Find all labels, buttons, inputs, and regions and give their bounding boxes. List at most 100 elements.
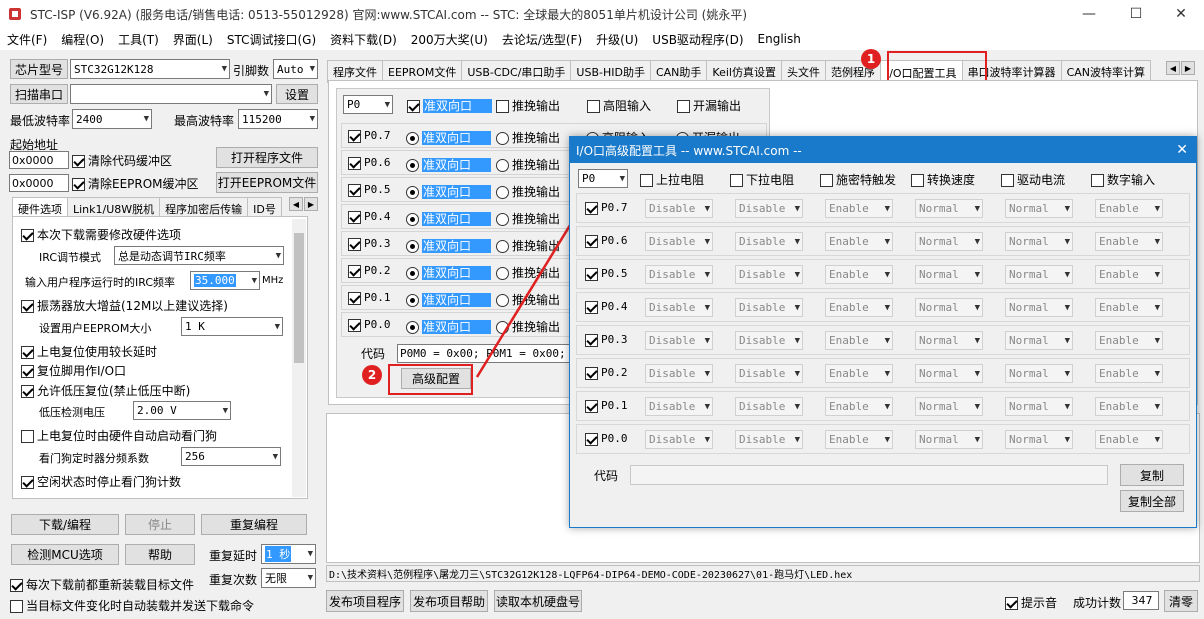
menu-file[interactable]: 文件(F) [0,31,54,48]
pin-option-select[interactable]: Enable ▼ [825,364,893,383]
open-eeprom-button[interactable]: 打开EEPROM文件 [216,172,318,193]
dialog-pin-checkbox[interactable]: P0.4 [585,300,628,314]
detect-mcu-button[interactable]: 检测MCU选项 [11,544,119,565]
pin-checkbox[interactable]: P0.3 [348,237,391,251]
radio-icon[interactable] [496,321,509,334]
open-program-button[interactable]: 打开程序文件 [216,147,318,168]
checkbox-icon[interactable] [21,300,34,313]
publish-help-button[interactable]: 发布项目帮助 [410,590,488,612]
port-select[interactable]: ▼ [70,84,272,104]
menu-upgrade[interactable]: 升级(U) [589,31,645,48]
pin-option-select[interactable]: Normal ▼ [915,430,983,449]
header-schmitt[interactable]: 施密特触发 [820,171,896,188]
header-slew[interactable]: 转换速度 [911,171,975,188]
eeprom-size-select[interactable]: 1 K ▼ [181,317,283,336]
publish-program-button[interactable]: 发布项目程序 [326,590,404,612]
close-icon[interactable]: ✕ [1176,142,1188,158]
pin-option-select[interactable]: Normal ▼ [915,364,983,383]
pin-option-select[interactable]: Enable ▼ [825,265,893,284]
menu-program[interactable]: 编程(O) [54,31,111,48]
pin-option-select[interactable]: Enable ▼ [825,232,893,251]
checkbox-icon[interactable] [348,264,361,278]
pin-option-select[interactable]: Enable ▼ [825,199,893,218]
mode-pushpull-radio[interactable]: 推挽输出 [496,291,560,308]
pin-option-select[interactable]: Disable ▼ [735,364,803,383]
dialog-pin-checkbox[interactable]: P0.1 [585,399,628,413]
checkbox-icon[interactable] [1091,174,1104,187]
pin-option-select[interactable]: Normal ▼ [915,331,983,350]
dialog-pin-checkbox[interactable]: P0.3 [585,333,628,347]
pin-option-select[interactable]: Disable ▼ [645,265,713,284]
pin-option-select[interactable]: Disable ▼ [735,430,803,449]
mode-quasi-radio[interactable]: 准双向口 [406,210,492,227]
code-address-input[interactable]: 0x0000 [9,151,69,169]
checkbox-icon[interactable] [72,155,85,168]
radio-icon[interactable] [496,132,509,145]
pin-option-select[interactable]: Disable ▼ [735,232,803,251]
pin-option-select[interactable]: Normal ▼ [1005,364,1073,383]
radio-icon[interactable] [496,213,509,226]
eeprom-address-input[interactable]: 0x0000 [9,174,69,192]
mode-pushpull-radio[interactable]: 推挽输出 [496,237,560,254]
checkbox-icon[interactable] [348,318,361,332]
pin-option-select[interactable]: Disable ▼ [735,298,803,317]
pin-checkbox[interactable]: P0.1 [348,291,391,305]
radio-icon[interactable] [496,294,509,307]
pin-checkbox[interactable]: P0.4 [348,210,391,224]
main-tab-scroll-left[interactable]: ◀ [1166,61,1180,75]
mode-quasi-radio[interactable]: 准双向口 [406,291,492,308]
dialog-pin-checkbox[interactable]: P0.2 [585,366,628,380]
checkbox-icon[interactable] [21,476,34,489]
checkbox-icon[interactable] [585,234,598,248]
minimize-button[interactable]: — [1066,0,1112,28]
pin-option-select[interactable]: Normal ▼ [1005,199,1073,218]
pin-option-select[interactable]: Enable ▼ [1095,397,1163,416]
radio-icon[interactable] [406,294,419,307]
checkbox-icon[interactable] [72,178,85,191]
pin-option-select[interactable]: Disable ▼ [735,397,803,416]
dialog-pin-checkbox[interactable]: P0.7 [585,201,628,215]
lv-detect-select[interactable]: 2.00 V ▼ [133,401,231,420]
pin-option-select[interactable]: Normal ▼ [1005,397,1073,416]
radio-icon[interactable] [496,186,509,199]
auto-send-option[interactable]: 当目标文件变化时自动装载并发送下载命令 [10,597,254,614]
pin-option-select[interactable]: Normal ▼ [915,298,983,317]
clear-count-button[interactable]: 清零 [1164,590,1198,612]
pin-option-select[interactable]: Disable ▼ [735,265,803,284]
long-delay-option[interactable]: 上电复位使用较长延时 [21,343,157,360]
pin-option-select[interactable]: Enable ▼ [825,397,893,416]
mode-pushpull-radio[interactable]: 推挽输出 [496,264,560,281]
pin-option-select[interactable]: Disable ▼ [645,199,713,218]
checkbox-icon[interactable] [585,366,598,380]
pin-option-select[interactable]: Disable ▼ [735,199,803,218]
checkbox-icon[interactable] [496,100,509,113]
menu-tools[interactable]: 工具(T) [111,31,166,48]
pin-option-select[interactable]: Enable ▼ [825,298,893,317]
checkbox-icon[interactable] [348,237,361,251]
radio-icon[interactable] [496,240,509,253]
pin-option-select[interactable]: Disable ▼ [645,232,713,251]
checkbox-icon[interactable] [10,600,23,613]
checkbox-icon[interactable] [10,579,23,592]
checkbox-icon[interactable] [407,100,420,113]
radio-icon[interactable] [406,132,419,145]
mode-pushpull-radio[interactable]: 推挽输出 [496,210,560,227]
checkbox-icon[interactable] [640,174,653,187]
pin-option-select[interactable]: Normal ▼ [1005,430,1073,449]
menu-usb-driver[interactable]: USB驱动程序(D) [645,31,750,48]
pin-option-select[interactable]: Normal ▼ [1005,232,1073,251]
radio-icon[interactable] [406,186,419,199]
radio-icon[interactable] [406,240,419,253]
repeat-count-select[interactable]: 无限 ▼ [261,568,316,588]
help-button[interactable]: 帮助 [125,544,195,565]
mode-pushpull-radio[interactable]: 推挽输出 [496,318,560,335]
all-mode-3[interactable]: 高阻输入 [587,97,651,114]
pin-option-select[interactable]: Normal ▼ [1005,265,1073,284]
auto-wdt-option[interactable]: 上电复位时由硬件自动启动看门狗 [21,427,217,444]
reload-option[interactable]: 每次下载前都重新装载目标文件 [10,576,194,593]
tab-scroll-left[interactable]: ◀ [289,197,303,211]
checkbox-icon[interactable] [21,430,34,443]
wdt-div-select[interactable]: 256 ▼ [181,447,281,466]
mode-quasi-radio[interactable]: 准双向口 [406,237,492,254]
pin-option-select[interactable]: Normal ▼ [915,265,983,284]
